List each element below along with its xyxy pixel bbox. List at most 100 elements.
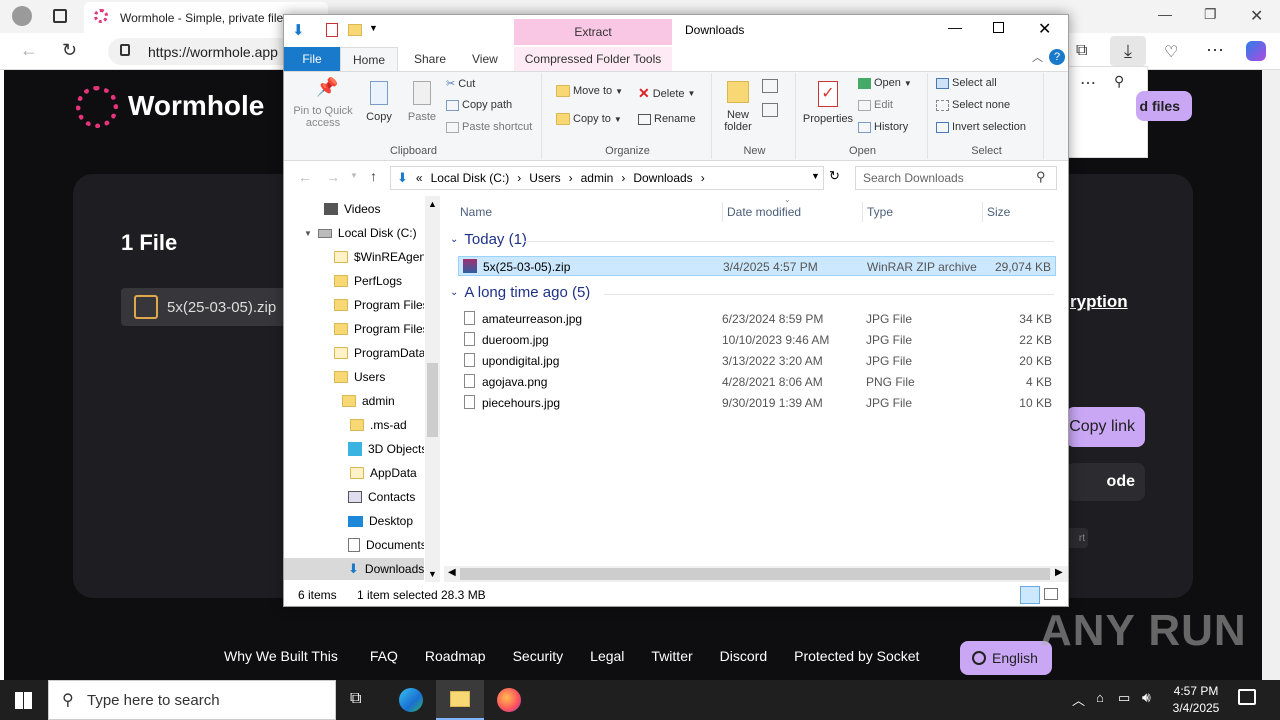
- ethernet-icon[interactable]: ▭: [1118, 690, 1130, 706]
- taskbar-clock[interactable]: 4:57 PM 3/4/2025: [1166, 683, 1226, 717]
- new-folder-button[interactable]: New folder: [716, 81, 760, 133]
- firefox-taskbar-icon[interactable]: [497, 688, 521, 712]
- downloads-icon[interactable]: ⤓: [1110, 36, 1146, 66]
- column-header-name[interactable]: Name: [460, 202, 492, 222]
- scroll-right-icon[interactable]: ▶: [1055, 567, 1063, 578]
- tree-item-users[interactable]: Users: [334, 366, 385, 388]
- lock-icon[interactable]: [120, 44, 130, 56]
- open-button[interactable]: Open ▼: [858, 77, 912, 89]
- tree-item-programdata[interactable]: ProgramData: [334, 342, 424, 364]
- tree-item-local-disk[interactable]: ▼ Local Disk (C:): [304, 222, 417, 244]
- breadcrumb-users[interactable]: Users: [529, 171, 560, 185]
- network-icon[interactable]: ⌂: [1096, 690, 1104, 705]
- group-long-time-ago[interactable]: ⌄ A long time ago (5): [450, 284, 590, 301]
- qat-dropdown-icon[interactable]: ▼: [369, 23, 378, 33]
- collapse-ribbon-icon[interactable]: ︿: [1032, 49, 1043, 65]
- tree-item-documents[interactable]: Documents: [348, 534, 424, 556]
- footer-link-twitter[interactable]: Twitter: [651, 648, 692, 664]
- address-bar[interactable]: https://wormhole.app: [108, 38, 308, 65]
- breadcrumb-local-disk[interactable]: Local Disk (C:): [431, 171, 510, 185]
- tab-share[interactable]: Share: [414, 47, 446, 71]
- list-scrollbar-thumb[interactable]: [460, 568, 1050, 580]
- large-icons-view-icon[interactable]: [1044, 588, 1058, 600]
- search-icon[interactable]: ⚲: [1036, 169, 1046, 185]
- explorer-maximize-icon[interactable]: [993, 22, 1004, 33]
- pin-quick-access-button[interactable]: 📌 Pin to Quick access: [290, 78, 356, 129]
- edit-button[interactable]: Edit: [858, 99, 893, 111]
- performance-icon[interactable]: ♡: [1164, 42, 1178, 62]
- address-refresh-icon[interactable]: ↻: [829, 168, 840, 184]
- footer-link-roadmap[interactable]: Roadmap: [425, 648, 486, 664]
- edge-taskbar-icon[interactable]: [399, 688, 423, 712]
- help-icon[interactable]: ?: [1049, 49, 1065, 65]
- nav-up-icon[interactable]: ↑: [370, 168, 377, 184]
- copy-path-button[interactable]: Copy path: [446, 99, 512, 111]
- delete-button[interactable]: ✕ Delete ▼: [638, 85, 695, 102]
- tray-overflow-icon[interactable]: ︿: [1072, 690, 1085, 709]
- tree-item-ms-ad[interactable]: .ms-ad: [350, 414, 407, 436]
- nav-back-icon[interactable]: ←: [298, 169, 312, 185]
- footer-link-why[interactable]: Why We Built This: [224, 648, 338, 664]
- refresh-icon[interactable]: ↻: [62, 40, 77, 61]
- new-folder-qat-icon[interactable]: [348, 24, 362, 36]
- footer-link-discord[interactable]: Discord: [720, 648, 767, 664]
- tree-item-winreagent[interactable]: $WinREAgent: [334, 246, 424, 268]
- tree-item-program-files[interactable]: Program Files: [334, 294, 424, 316]
- file-row[interactable]: 5x(25-03-05).zip 3/4/2025 4:57 PM WinRAR…: [458, 256, 1056, 276]
- footer-link-socket[interactable]: Protected by Socket: [794, 648, 919, 664]
- breadcrumb-admin[interactable]: admin: [581, 171, 614, 185]
- address-breadcrumb[interactable]: ⬇ « Local Disk (C:) › Users › admin › Downl…: [390, 166, 824, 190]
- volume-icon[interactable]: 🔊︎: [1142, 689, 1151, 706]
- details-view-icon[interactable]: [1020, 586, 1040, 604]
- tree-scroll-up-icon[interactable]: ▲: [428, 199, 437, 209]
- explorer-close-icon[interactable]: ✕: [1038, 19, 1051, 39]
- restore-icon[interactable]: ❐: [1204, 6, 1217, 23]
- rename-button[interactable]: Rename: [638, 113, 696, 125]
- tree-scrollbar-thumb[interactable]: [427, 363, 438, 437]
- breadcrumb-overflow[interactable]: «: [416, 171, 423, 185]
- copy-to-button[interactable]: Copy to ▼: [556, 113, 622, 125]
- tab-view[interactable]: View: [472, 47, 498, 71]
- tree-item-downloads[interactable]: ⬇ Downloads: [284, 558, 424, 580]
- file-row[interactable]: piecehours.jpg 9/30/2019 1:39 AM JPG Fil…: [458, 393, 1056, 413]
- pin-icon[interactable]: ⚲: [1114, 73, 1124, 90]
- history-button[interactable]: History: [858, 121, 908, 133]
- tree-item-desktop[interactable]: Desktop: [348, 510, 413, 532]
- select-none-button[interactable]: Select none: [936, 99, 1010, 111]
- group-today[interactable]: ⌄ Today (1): [450, 231, 527, 248]
- move-to-button[interactable]: Move to ▼: [556, 85, 623, 97]
- notifications-icon[interactable]: [1238, 689, 1256, 705]
- nav-forward-icon[interactable]: →: [326, 169, 340, 185]
- copy-button[interactable]: Copy: [360, 81, 398, 123]
- properties-qat-icon[interactable]: [326, 23, 338, 37]
- quick-access-down-icon[interactable]: ⬇: [292, 21, 305, 39]
- back-icon[interactable]: ←: [20, 40, 38, 61]
- language-button[interactable]: English: [960, 641, 1052, 675]
- cut-button[interactable]: ✂ Cut: [446, 77, 475, 91]
- more-options-icon[interactable]: ⋯: [1080, 73, 1096, 93]
- explorer-minimize-icon[interactable]: —: [948, 19, 962, 35]
- search-box[interactable]: Search Downloads: [855, 166, 1057, 190]
- select-all-button[interactable]: Select all: [936, 77, 997, 89]
- tree-item-videos[interactable]: Videos: [324, 198, 380, 220]
- extensions-icon[interactable]: ⧉: [1076, 42, 1087, 60]
- tree-scroll-down-icon[interactable]: ▼: [428, 569, 437, 579]
- file-row[interactable]: dueroom.jpg 10/10/2023 9:46 AM JPG File …: [458, 330, 1056, 350]
- tab-compressed-folder-tools[interactable]: Compressed Folder Tools: [514, 47, 672, 71]
- file-row[interactable]: upondigital.jpg 3/13/2022 3:20 AM JPG Fi…: [458, 351, 1056, 371]
- recent-locations-icon[interactable]: ▼: [350, 171, 358, 180]
- copy-link-button[interactable]: Copy link: [1066, 407, 1145, 447]
- footer-link-security[interactable]: Security: [513, 648, 564, 664]
- page-scrollbar[interactable]: [1262, 70, 1280, 680]
- minimize-icon[interactable]: —: [1158, 6, 1172, 22]
- tree-item-3d-objects[interactable]: 3D Objects: [348, 438, 424, 460]
- footer-link-legal[interactable]: Legal: [590, 648, 624, 664]
- tab-actions-icon[interactable]: [53, 9, 67, 23]
- tree-item-perflogs[interactable]: PerfLogs: [334, 270, 402, 292]
- encryption-link[interactable]: ryption: [1070, 292, 1128, 312]
- profile-icon[interactable]: [12, 6, 32, 26]
- address-dropdown-icon[interactable]: ▼: [811, 171, 820, 181]
- taskbar-search-box[interactable]: Type here to search: [48, 680, 336, 720]
- tab-home[interactable]: Home: [340, 47, 398, 71]
- properties-button[interactable]: ✓ Properties: [798, 81, 858, 125]
